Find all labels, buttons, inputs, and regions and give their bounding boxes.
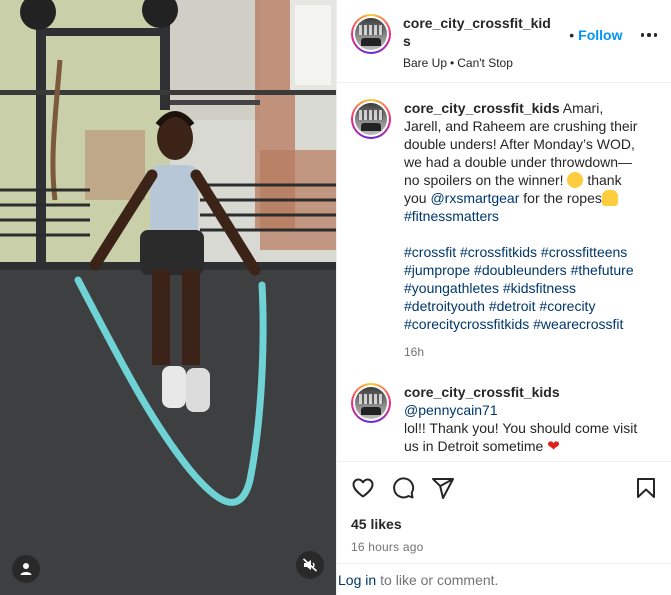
comment-avatar[interactable] xyxy=(351,383,391,423)
user-icon xyxy=(20,563,32,575)
post-side-panel: core_city_crossfit_kid s Bare Up • Can't S… xyxy=(336,0,671,595)
header-dot: • xyxy=(569,27,575,43)
post-header: core_city_crossfit_kid s Bare Up • Can't S… xyxy=(337,0,671,83)
raised-hands-emoji-icon xyxy=(601,190,618,206)
caption-hashtags[interactable]: #crossfit #crossfitkids #crossfitteens #… xyxy=(404,243,644,333)
caption: core_city_crossfit_kids Amari, Jarell, a… xyxy=(351,99,657,361)
login-link[interactable]: Log in xyxy=(338,572,376,588)
caption-ropes-text: for the ropes xyxy=(523,190,602,206)
audio-track[interactable]: Can't Stop xyxy=(457,56,513,70)
comment-item: core_city_crossfit_kids @pennycain71 lol… xyxy=(351,383,657,456)
audio-info[interactable]: Bare Up • Can't Stop xyxy=(403,56,563,70)
comment-text: lol!! Thank you! You should come visit u… xyxy=(404,420,638,454)
audio-separator: • xyxy=(450,56,455,70)
avatar-image xyxy=(355,387,387,419)
post-actions: 45 likes 16 hours ago xyxy=(337,461,671,554)
mute-button[interactable] xyxy=(296,551,324,579)
heart-icon[interactable] xyxy=(351,476,375,500)
login-prompt: Log in to like or comment. xyxy=(337,563,671,595)
grin-sweat-emoji-icon xyxy=(567,172,584,188)
post-video[interactable] xyxy=(0,0,336,595)
caption-mention-link[interactable]: @rxsmartgear xyxy=(430,190,519,206)
more-horizontal-icon[interactable] xyxy=(640,33,657,37)
speaker-muted-icon xyxy=(302,558,318,572)
comment-mention-link[interactable]: @pennycain71 xyxy=(404,402,498,418)
caption-timestamp[interactable]: 16h xyxy=(404,343,644,361)
login-prompt-text: to like or comment. xyxy=(380,571,499,588)
comment-icon[interactable] xyxy=(391,476,415,500)
avatar[interactable] xyxy=(351,14,391,54)
username-line-2[interactable]: s xyxy=(403,33,411,49)
red-heart-emoji-icon: ❤ xyxy=(547,438,560,455)
comments-list: core_city_crossfit_kids Amari, Jarell, a… xyxy=(337,83,671,461)
post-modal: core_city_crossfit_kid s Bare Up • Can't S… xyxy=(0,0,671,595)
header-username[interactable]: core_city_crossfit_kid s xyxy=(403,14,563,50)
action-icons xyxy=(351,462,658,514)
bookmark-icon[interactable] xyxy=(634,476,658,500)
caption-avatar[interactable] xyxy=(351,99,391,139)
follow-button[interactable]: Follow xyxy=(578,27,622,43)
avatar-image xyxy=(355,103,387,135)
tagged-users-button[interactable] xyxy=(12,555,40,583)
caption-username[interactable]: core_city_crossfit_kids xyxy=(404,100,560,116)
comment-body: core_city_crossfit_kids @pennycain71 lol… xyxy=(404,383,644,456)
video-frame xyxy=(0,0,336,595)
share-icon[interactable] xyxy=(431,476,455,500)
comment-username[interactable]: core_city_crossfit_kids xyxy=(404,384,560,400)
hashtag-link[interactable]: #fitnessmatters xyxy=(404,208,499,224)
audio-artist[interactable]: Bare Up xyxy=(403,56,447,70)
username-line-1[interactable]: core_city_crossfit_kid xyxy=(403,15,551,31)
avatar-image xyxy=(355,18,387,50)
likes-count[interactable]: 45 likes xyxy=(351,516,658,532)
caption-body: core_city_crossfit_kids Amari, Jarell, a… xyxy=(404,99,644,361)
post-date[interactable]: 16 hours ago xyxy=(351,540,658,554)
